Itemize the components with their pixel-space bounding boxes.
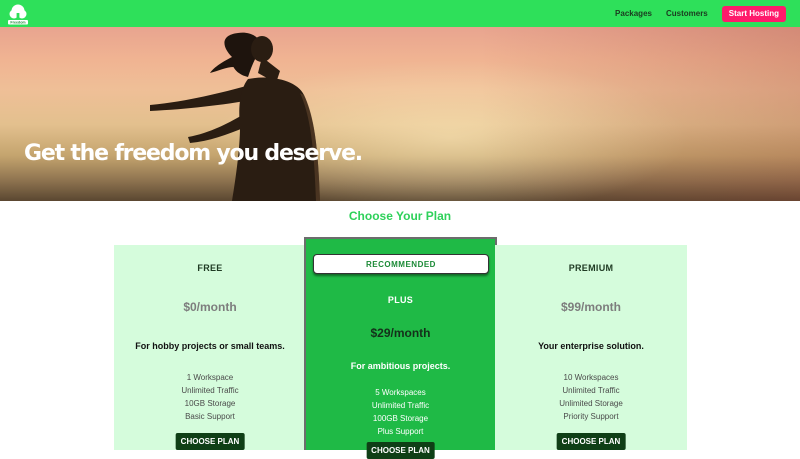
feature-item: 10 Workspaces xyxy=(563,373,619,382)
plan-price: $0/month xyxy=(183,300,237,314)
plan-card-premium: PREMIUM $99/month Your enterprise soluti… xyxy=(495,245,687,450)
feature-item: Unlimited Storage xyxy=(559,399,623,408)
tree-logo-icon[interactable]: Freedom xyxy=(7,3,29,25)
feature-item: 1 Workspace xyxy=(186,373,234,382)
feature-item: 5 Workspaces xyxy=(375,388,426,397)
plan-features-list: 10 Workspaces Unlimited Traffic Unlimite… xyxy=(495,371,687,423)
top-nav-bar: Freedom Packages Customers Start Hosting xyxy=(0,0,800,27)
nav-link-customers[interactable]: Customers xyxy=(666,9,708,18)
recommended-badge: RECOMMENDED xyxy=(313,254,489,274)
feature-item: Basic Support xyxy=(185,412,235,421)
nav-link-packages[interactable]: Packages xyxy=(615,9,652,18)
plan-card-plus: RECOMMENDED PLUS $29/month For ambitious… xyxy=(304,237,497,459)
plan-features-list: 5 Workspaces Unlimited Traffic 100GB Sto… xyxy=(306,386,495,438)
feature-item: 100GB Storage xyxy=(372,414,429,423)
choose-plan-button[interactable]: CHOOSE PLAN xyxy=(556,433,626,450)
plan-name: PLUS xyxy=(387,295,414,305)
start-hosting-button[interactable]: Start Hosting xyxy=(721,5,786,22)
hero-title: Get the freedom you deserve. xyxy=(24,141,363,166)
feature-item: Unlimited Traffic xyxy=(181,386,239,395)
hero-banner: Get the freedom you deserve. xyxy=(0,27,800,201)
feature-item: Unlimited Traffic xyxy=(371,401,430,410)
plan-name: FREE xyxy=(197,263,223,273)
svg-text:Freedom: Freedom xyxy=(10,21,25,25)
feature-item: Plus Support xyxy=(377,427,424,436)
plans-section-title: Choose Your Plan xyxy=(348,209,452,223)
plan-name: PREMIUM xyxy=(568,263,614,273)
choose-plan-button[interactable]: CHOOSE PLAN xyxy=(175,433,245,450)
plan-price: $99/month xyxy=(560,300,621,314)
silhouette-figure-image xyxy=(150,32,320,201)
plan-card-free: FREE $0/month For hobby projects or smal… xyxy=(114,245,306,450)
choose-plan-button[interactable]: CHOOSE PLAN xyxy=(366,442,435,459)
feature-item: 10GB Storage xyxy=(184,399,236,408)
plan-price: $29/month xyxy=(370,326,431,340)
main-nav: Packages Customers Start Hosting xyxy=(615,0,786,27)
plan-description: For ambitious projects. xyxy=(350,361,451,371)
feature-item: Unlimited Traffic xyxy=(562,386,620,395)
plan-description: For hobby projects or small teams. xyxy=(135,341,285,351)
plan-description: Your enterprise solution. xyxy=(538,341,644,351)
plan-features-list: 1 Workspace Unlimited Traffic 10GB Stora… xyxy=(114,371,306,423)
feature-item: Priority Support xyxy=(563,412,619,421)
